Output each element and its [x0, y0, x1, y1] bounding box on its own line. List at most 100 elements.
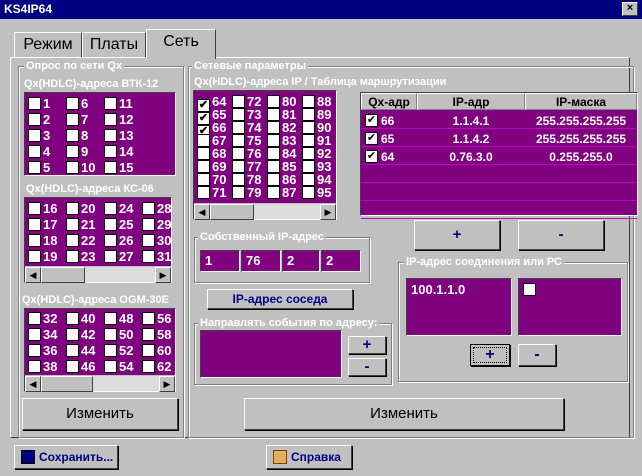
- horizontal-scrollbar[interactable]: ◀ ▶: [194, 203, 336, 220]
- help-button[interactable]: Справка: [266, 445, 352, 469]
- connection-address-list[interactable]: 100.1.1.0: [406, 278, 512, 336]
- add-event-button[interactable]: +: [348, 336, 386, 354]
- save-button[interactable]: Сохранить...: [14, 445, 118, 469]
- close-button[interactable]: ×: [622, 2, 638, 16]
- checkbox[interactable]: [66, 161, 79, 174]
- address-checkbox-item[interactable]: 28: [142, 201, 171, 217]
- checkbox[interactable]: [66, 129, 79, 142]
- checkbox[interactable]: [66, 250, 79, 263]
- address-checkbox-item[interactable]: 38: [28, 359, 57, 375]
- address-checkbox-item[interactable]: 24: [104, 201, 133, 217]
- checkbox[interactable]: [267, 186, 280, 199]
- address-checkbox-item[interactable]: 13: [104, 128, 133, 144]
- address-checkbox-item[interactable]: 52: [104, 343, 133, 359]
- address-checkbox-item[interactable]: 87: [267, 185, 296, 201]
- checkbox[interactable]: [28, 250, 41, 263]
- table-header[interactable]: IP-маска: [525, 93, 637, 110]
- checkbox[interactable]: [28, 161, 41, 174]
- checkbox[interactable]: [104, 97, 117, 110]
- connection-pc-list[interactable]: [518, 278, 622, 336]
- own-ip-octet-4[interactable]: 2: [321, 250, 361, 272]
- checkbox[interactable]: [66, 113, 79, 126]
- address-checkbox-item[interactable]: 3: [28, 128, 50, 144]
- table-row[interactable]: ✔ 65 1.1.4.2 255.255.255.255: [361, 131, 637, 147]
- address-checkbox-item[interactable]: 17: [28, 217, 57, 233]
- checkbox[interactable]: [104, 250, 117, 263]
- checkbox[interactable]: [142, 218, 155, 231]
- checkbox[interactable]: [28, 234, 41, 247]
- address-checkbox-item[interactable]: 95: [302, 185, 331, 201]
- address-checkbox-item[interactable]: 48: [104, 311, 133, 327]
- address-checkbox-item[interactable]: 2: [28, 112, 50, 128]
- table-header[interactable]: Qx-адр: [361, 93, 417, 110]
- table-row[interactable]: ✔ 66 1.1.4.1 255.255.255.255: [361, 113, 637, 129]
- checkbox[interactable]: [28, 328, 41, 341]
- address-checkbox-item[interactable]: 40: [66, 311, 95, 327]
- address-checkbox-item[interactable]: 31: [142, 249, 171, 265]
- address-checkbox-item[interactable]: 62: [142, 359, 171, 375]
- checkbox[interactable]: [66, 202, 79, 215]
- address-checkbox-item[interactable]: 19: [28, 249, 57, 265]
- scroll-left-icon[interactable]: ◀: [25, 376, 41, 392]
- horizontal-scrollbar[interactable]: ◀ ▶: [25, 266, 171, 283]
- own-ip-octet-1[interactable]: 1: [200, 250, 240, 272]
- address-checkbox-item[interactable]: 30: [142, 233, 171, 249]
- add-connection-button[interactable]: +: [470, 344, 510, 366]
- address-checkbox-item[interactable]: 1: [28, 96, 50, 112]
- scroll-left-icon[interactable]: ◀: [25, 267, 41, 283]
- checkbox[interactable]: [142, 234, 155, 247]
- checkbox[interactable]: [66, 360, 79, 373]
- network-change-button[interactable]: Изменить: [244, 398, 564, 430]
- checkbox[interactable]: [28, 97, 41, 110]
- scroll-thumb[interactable]: [210, 204, 254, 220]
- checkbox[interactable]: [197, 186, 210, 199]
- address-checkbox-item[interactable]: 9: [66, 144, 88, 160]
- address-checkbox-item[interactable]: 60: [142, 343, 171, 359]
- address-checkbox-item[interactable]: 18: [28, 233, 57, 249]
- checkbox[interactable]: [142, 312, 155, 325]
- address-checkbox-item[interactable]: 54: [104, 359, 133, 375]
- address-checkbox-item[interactable]: 12: [104, 112, 133, 128]
- checkbox[interactable]: [104, 145, 117, 158]
- row-checkbox[interactable]: ✔: [365, 132, 378, 145]
- checkbox[interactable]: [66, 145, 79, 158]
- checkbox[interactable]: [104, 312, 117, 325]
- checkbox[interactable]: [66, 312, 79, 325]
- checkbox[interactable]: [104, 328, 117, 341]
- address-checkbox-item[interactable]: 22: [66, 233, 95, 249]
- address-checkbox-item[interactable]: 6: [66, 96, 88, 112]
- checkbox[interactable]: [66, 344, 79, 357]
- address-checkbox-item[interactable]: 32: [28, 311, 57, 327]
- row-checkbox[interactable]: ✔: [365, 114, 378, 127]
- checkbox[interactable]: [104, 218, 117, 231]
- checkbox[interactable]: [66, 234, 79, 247]
- remove-connection-button[interactable]: -: [518, 344, 556, 366]
- address-checkbox-item[interactable]: 36: [28, 343, 57, 359]
- own-ip-octet-3[interactable]: 2: [282, 250, 320, 272]
- address-checkbox-item[interactable]: 21: [66, 217, 95, 233]
- address-checkbox-item[interactable]: 11: [104, 96, 133, 112]
- checkbox[interactable]: [142, 344, 155, 357]
- connection-checkbox[interactable]: [523, 283, 536, 296]
- address-checkbox-item[interactable]: 44: [66, 343, 95, 359]
- checkbox[interactable]: [142, 360, 155, 373]
- scroll-left-icon[interactable]: ◀: [194, 204, 210, 220]
- scroll-right-icon[interactable]: ▶: [320, 204, 336, 220]
- checkbox[interactable]: [142, 250, 155, 263]
- checkbox[interactable]: [104, 360, 117, 373]
- checkbox[interactable]: [28, 145, 41, 158]
- checkbox[interactable]: [104, 202, 117, 215]
- address-checkbox-item[interactable]: 8: [66, 128, 88, 144]
- address-checkbox-item[interactable]: 4: [28, 144, 50, 160]
- checkbox[interactable]: [104, 234, 117, 247]
- tab-boards[interactable]: Платы: [82, 32, 146, 58]
- address-checkbox-item[interactable]: 23: [66, 249, 95, 265]
- checkbox[interactable]: [142, 202, 155, 215]
- own-ip-octet-2[interactable]: 76: [241, 250, 281, 272]
- checkbox[interactable]: [142, 328, 155, 341]
- scroll-right-icon[interactable]: ▶: [159, 376, 175, 392]
- address-checkbox-item[interactable]: 34: [28, 327, 57, 343]
- address-checkbox-item[interactable]: 10: [66, 160, 95, 176]
- events-address-list[interactable]: [200, 330, 342, 378]
- address-checkbox-item[interactable]: 46: [66, 359, 95, 375]
